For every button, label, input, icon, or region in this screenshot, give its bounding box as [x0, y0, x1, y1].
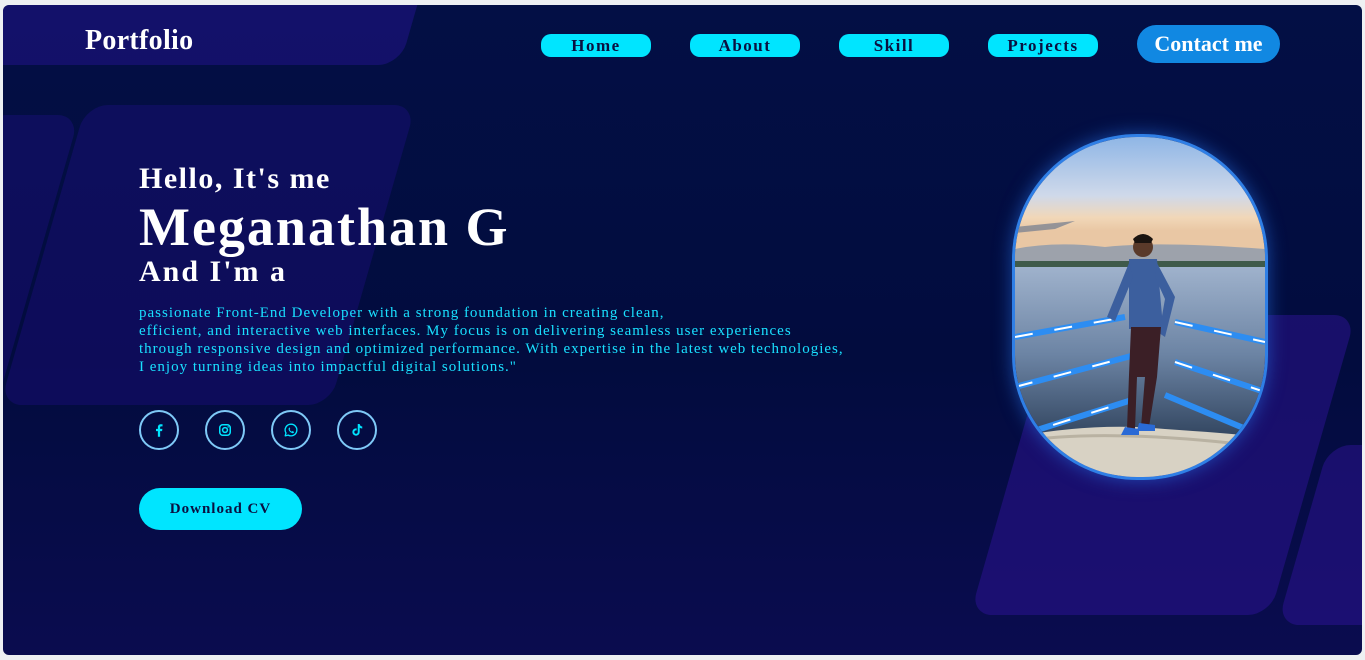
whatsapp-icon [284, 423, 298, 437]
bio-line: efficient, and interactive web interface… [139, 323, 792, 339]
contact-me-button[interactable]: Contact me [1137, 25, 1280, 63]
background-shape [3, 115, 80, 405]
facebook-icon [156, 424, 163, 437]
site-logo[interactable]: Portfolio [85, 25, 193, 57]
instagram-icon [219, 424, 231, 436]
profile-photo-image [1015, 137, 1265, 477]
profile-photo [1012, 134, 1268, 480]
bio-line: passionate Front-End Developer with a st… [139, 305, 665, 321]
hero-bio: passionate Front-End Developer with a st… [139, 304, 999, 376]
portfolio-page: Portfolio Home About Skill Projects Cont… [3, 5, 1362, 655]
hero-role-intro: And I'm a [139, 255, 288, 288]
whatsapp-link[interactable] [271, 410, 311, 450]
instagram-link[interactable] [205, 410, 245, 450]
hero-greeting: Hello, It's me [139, 162, 331, 195]
tiktok-link[interactable] [337, 410, 377, 450]
bio-line: through responsive design and optimized … [139, 341, 844, 357]
hero-name: Meganathan G [139, 197, 510, 257]
download-cv-button[interactable]: Download CV [139, 488, 302, 530]
top-navbar: Portfolio Home About Skill Projects Cont… [3, 5, 1362, 85]
tiktok-icon [352, 424, 363, 436]
bio-line: I enjoy turning ideas into impactful dig… [139, 359, 517, 375]
nav-link-home[interactable]: Home [541, 34, 651, 57]
nav-link-skill[interactable]: Skill [839, 34, 949, 57]
background-shape [1277, 445, 1362, 625]
facebook-link[interactable] [139, 410, 179, 450]
nav-link-about[interactable]: About [690, 34, 800, 57]
nav-link-projects[interactable]: Projects [988, 34, 1098, 57]
hero-section: Hello, It's me Meganathan G And I'm a pa… [139, 161, 999, 376]
